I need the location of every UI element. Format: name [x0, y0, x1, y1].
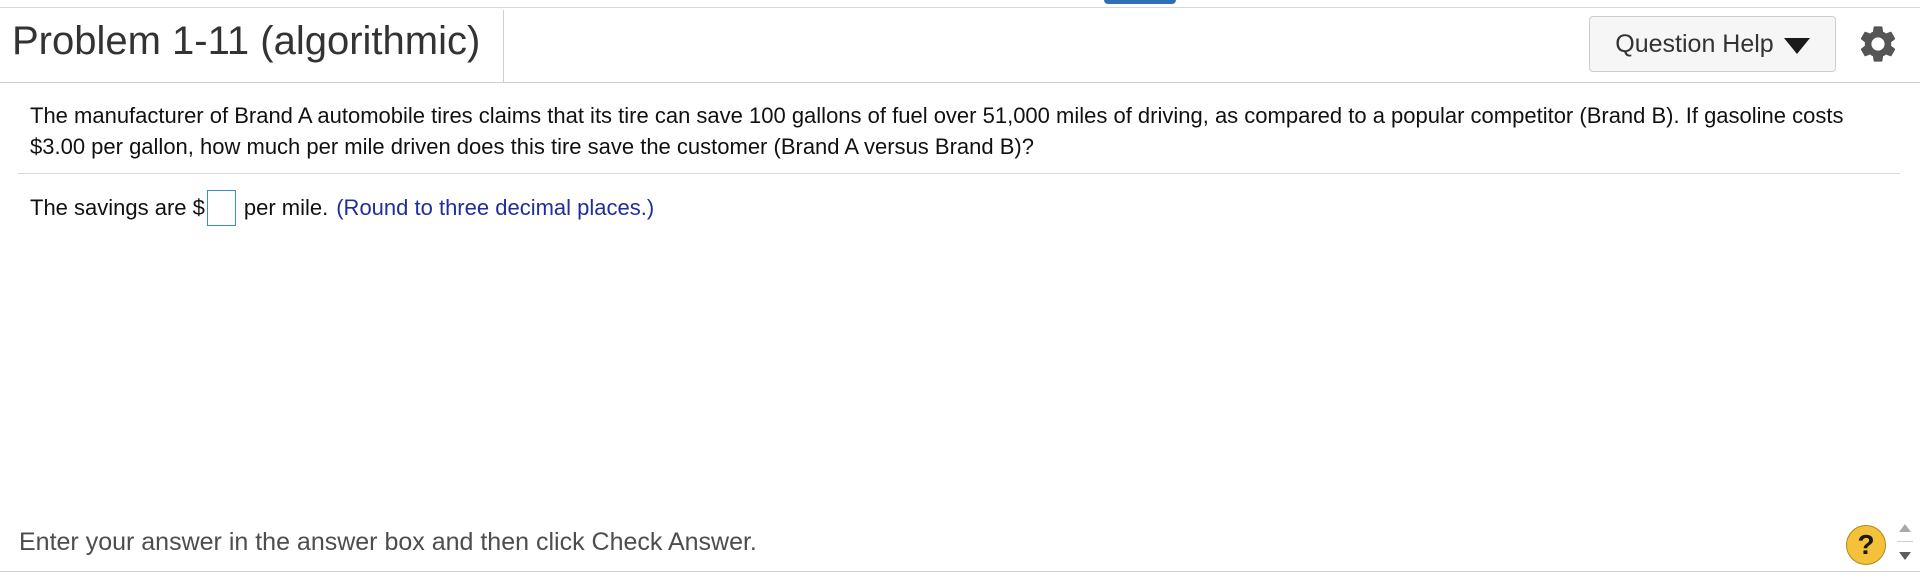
- gear-icon[interactable]: [1856, 22, 1900, 66]
- answer-input[interactable]: [206, 190, 236, 226]
- scroll-divider: [1897, 541, 1913, 542]
- question-mark-icon: ?: [1857, 529, 1875, 560]
- answer-line: The savings are $ per mile. (Round to th…: [30, 190, 654, 226]
- answer-suffix: per mile.: [243, 195, 329, 220]
- title-divider: [503, 10, 504, 82]
- question-text: The manufacturer of Brand A automobile t…: [30, 103, 1844, 159]
- caret-down-icon: [1783, 37, 1810, 54]
- page-title: Problem 1-11 (algorithmic): [12, 19, 481, 63]
- scroll-up-arrow[interactable]: [1899, 524, 1911, 532]
- footer-instruction: Enter your answer in the answer box and …: [19, 528, 757, 556]
- rounding-hint: (Round to three decimal places.): [336, 195, 655, 220]
- answer-prefix: The savings are $: [30, 195, 205, 220]
- footer-border: [0, 571, 1920, 572]
- problem-header: Problem 1-11 (algorithmic) Question Help: [0, 8, 1920, 83]
- question-separator: [18, 173, 1900, 174]
- question-help-button[interactable]: Question Help: [1589, 16, 1836, 72]
- scroll-down-arrow[interactable]: [1899, 552, 1911, 560]
- question-help-label: Question Help: [1615, 29, 1774, 58]
- active-tab-indicator: [1104, 0, 1176, 4]
- help-button[interactable]: ?: [1846, 525, 1886, 565]
- footer: Enter your answer in the answer box and …: [0, 525, 1920, 571]
